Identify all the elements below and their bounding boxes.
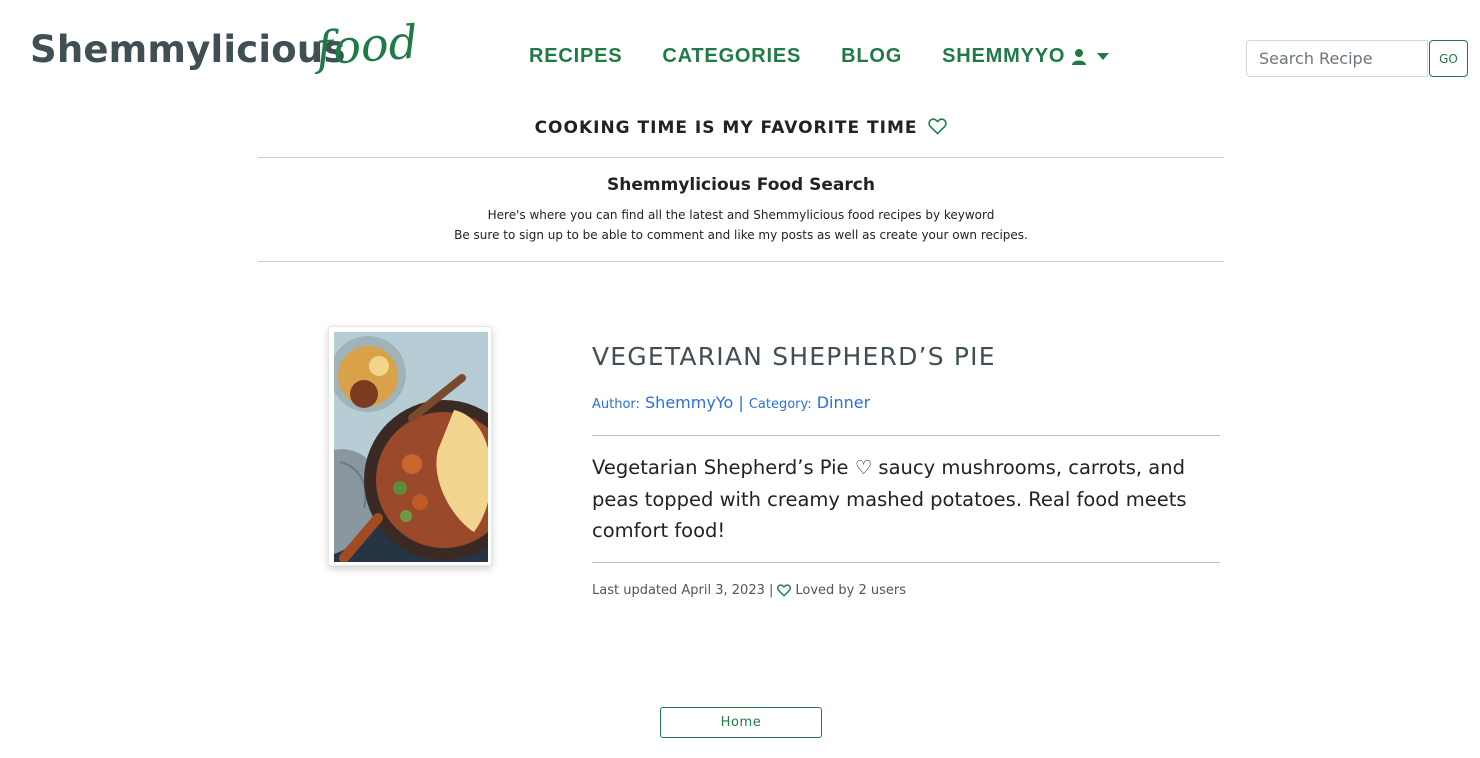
divider bbox=[258, 157, 1224, 158]
category-label: Category: bbox=[748, 397, 812, 412]
meta-separator: | bbox=[738, 393, 744, 412]
last-updated: Last updated April 3, 2023 | bbox=[592, 583, 774, 598]
user-menu-toggle[interactable]: SHEMMYYO bbox=[942, 45, 1110, 68]
user-icon bbox=[1072, 48, 1087, 65]
brand-name: Shemmylicious bbox=[30, 28, 346, 71]
recipe-footer: Last updated April 3, 2023 | Loved by 2 … bbox=[592, 583, 906, 598]
search-go-button[interactable]: GO bbox=[1429, 40, 1468, 77]
likes-count: Loved by 2 users bbox=[795, 583, 907, 598]
tagline: COOKING TIME IS MY FAVORITE TIME bbox=[258, 118, 1224, 138]
search-intro-line-1: Here's where you can find all the latest… bbox=[487, 208, 995, 222]
user-menu-label: SHEMMYYO bbox=[942, 45, 1066, 67]
recipe-image[interactable] bbox=[328, 326, 492, 566]
heart-icon bbox=[928, 118, 948, 135]
search-intro-title: Shemmylicious Food Search bbox=[607, 175, 875, 195]
chevron-down-icon bbox=[1097, 53, 1110, 60]
nav-blog[interactable]: BLOG bbox=[841, 45, 902, 68]
recipe-photo bbox=[334, 332, 488, 562]
recipe-meta: Author: ShemmyYo | Category: Dinner bbox=[592, 393, 870, 412]
recipe-title[interactable]: VEGETARIAN SHEPHERD’S PIE bbox=[592, 342, 996, 371]
brand-script: food bbox=[314, 14, 420, 76]
heart-icon bbox=[777, 584, 792, 597]
tagline-text: COOKING TIME IS MY FAVORITE TIME bbox=[534, 118, 918, 138]
main-nav: RECIPES CATEGORIES BLOG SHEMMYYO bbox=[529, 45, 1110, 68]
category-link[interactable]: Dinner bbox=[817, 393, 870, 412]
nav-categories[interactable]: CATEGORIES bbox=[662, 45, 801, 68]
divider bbox=[592, 435, 1220, 436]
author-link[interactable]: ShemmyYo bbox=[645, 393, 733, 412]
divider bbox=[258, 261, 1224, 262]
author-label: Author: bbox=[592, 397, 640, 412]
search-intro-line-2: Be sure to sign up to be able to comment… bbox=[454, 228, 1028, 242]
search-input[interactable] bbox=[1246, 40, 1428, 77]
divider bbox=[592, 562, 1220, 563]
home-button[interactable]: Home bbox=[660, 707, 822, 738]
nav-recipes[interactable]: RECIPES bbox=[529, 45, 622, 68]
brand-logo[interactable]: Shemmylicious food bbox=[30, 14, 420, 94]
recipe-description: Vegetarian Shepherd’s Pie ♡ saucy mushro… bbox=[592, 456, 1187, 542]
